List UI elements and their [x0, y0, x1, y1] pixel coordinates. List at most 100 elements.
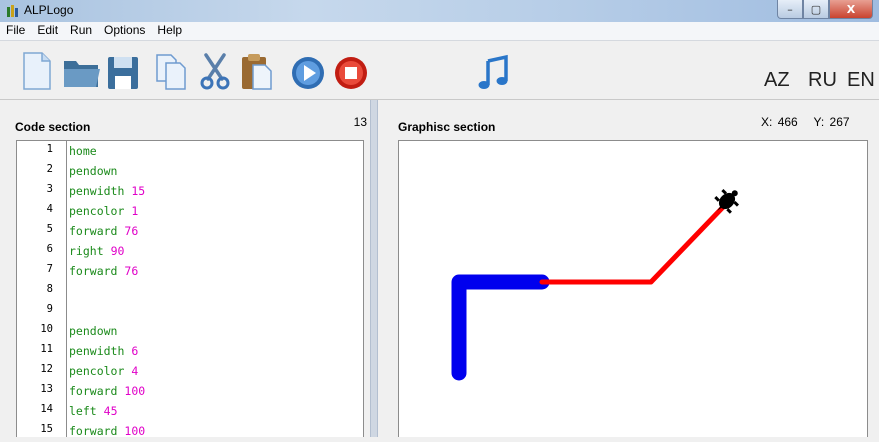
command-keyword: pendown	[69, 164, 118, 178]
code-line[interactable]: 10 pendown	[17, 321, 363, 341]
maximize-button[interactable]: ▢	[803, 0, 829, 19]
menu-options[interactable]: Options	[98, 22, 151, 40]
graphics-section-title: Graphisc section	[398, 120, 496, 134]
code-command: penwidth 6	[69, 344, 138, 358]
line-number: 12	[40, 363, 53, 375]
command-keyword: right	[69, 244, 104, 258]
code-line[interactable]: 3 penwidth 15	[17, 181, 363, 201]
code-section: Code section 13 1 home 2 pendown 3 penwidth 1…	[0, 100, 370, 437]
line-number: 1	[46, 143, 53, 155]
save-icon[interactable]	[106, 51, 140, 91]
command-keyword: forward	[69, 224, 118, 238]
command-argument: 4	[131, 364, 139, 378]
open-folder-icon[interactable]	[62, 51, 102, 91]
code-command: forward 76	[69, 224, 138, 238]
line-number: 4	[46, 203, 53, 215]
y-label: Y:	[813, 115, 825, 129]
line-number: 7	[46, 263, 53, 275]
code-command: pendown	[69, 164, 117, 178]
music-icon[interactable]	[478, 51, 510, 91]
line-number: 9	[46, 303, 53, 315]
code-line[interactable]: 4 pencolor 1	[17, 201, 363, 221]
code-editor[interactable]: 1 home 2 pendown 3 penwidth 15 4 pencolor 1 5 for…	[16, 140, 364, 437]
code-command: forward 76	[69, 264, 138, 278]
command-argument: 1	[131, 204, 139, 218]
line-number: 3	[46, 183, 53, 195]
menu-edit[interactable]: Edit	[31, 22, 64, 40]
language-ru-button[interactable]: RU	[808, 69, 837, 92]
title-bar: ALPLogo – ▢ X	[0, 0, 879, 23]
code-line[interactable]: 7 forward 76	[17, 261, 363, 281]
x-label: X:	[761, 115, 773, 129]
menu-help[interactable]: Help	[151, 22, 188, 40]
copy-icon[interactable]	[154, 51, 188, 91]
command-argument: 76	[124, 224, 139, 238]
command-argument: 76	[124, 264, 139, 278]
line-number: 5	[46, 223, 53, 235]
code-line[interactable]: 11 penwidth 6	[17, 341, 363, 361]
command-keyword: penwidth	[69, 184, 125, 198]
command-argument: 45	[103, 404, 118, 418]
line-number: 6	[46, 243, 53, 255]
code-line[interactable]: 8	[17, 281, 363, 301]
toolbar: AZ RU EN	[0, 41, 879, 100]
command-argument: 15	[131, 184, 146, 198]
command-keyword: left	[69, 404, 97, 418]
stop-icon[interactable]	[333, 51, 369, 91]
close-button[interactable]: X	[829, 0, 873, 19]
line-number: 14	[40, 403, 53, 415]
code-line[interactable]: 9	[17, 301, 363, 321]
code-line[interactable]: 14 left 45	[17, 401, 363, 421]
command-keyword: penwidth	[69, 344, 125, 358]
menu-file[interactable]: File	[0, 22, 31, 40]
run-icon[interactable]	[290, 51, 326, 91]
red-pen-path	[539, 201, 729, 285]
code-line[interactable]: 6 right 90	[17, 241, 363, 261]
command-argument: 100	[124, 384, 146, 398]
command-keyword: forward	[69, 384, 118, 398]
command-keyword: pendown	[69, 324, 118, 338]
command-keyword: forward	[69, 264, 118, 278]
blue-pen-path	[451, 274, 550, 381]
command-keyword: pencolor	[69, 364, 125, 378]
language-en-button[interactable]: EN	[847, 69, 875, 92]
command-argument: 100	[124, 424, 146, 437]
paste-icon[interactable]	[240, 51, 274, 91]
x-value: 466	[777, 115, 798, 129]
line-number: 10	[40, 323, 53, 335]
y-value: 267	[829, 115, 850, 129]
code-line-count: 13	[353, 115, 367, 129]
code-line[interactable]: 5 forward 76	[17, 221, 363, 241]
code-command: pencolor 1	[69, 204, 138, 218]
menu-run[interactable]: Run	[64, 22, 98, 40]
code-command: forward 100	[69, 384, 145, 398]
code-command: pendown	[69, 324, 117, 338]
command-argument: 90	[110, 244, 125, 258]
line-number: 8	[46, 283, 53, 295]
code-command: left 45	[69, 404, 118, 418]
code-command: forward 100	[69, 424, 145, 437]
code-line[interactable]: 12 pencolor 4	[17, 361, 363, 381]
line-number: 11	[40, 343, 53, 355]
window-title: ALPLogo	[24, 3, 74, 17]
code-line[interactable]: 1 home	[17, 141, 363, 161]
menu-bar: File Edit Run Options Help	[0, 22, 879, 41]
language-az-button[interactable]: AZ	[764, 69, 790, 92]
code-command: home	[69, 144, 97, 158]
code-line[interactable]: 15 forward 100	[17, 421, 363, 437]
code-section-title: Code section	[15, 120, 91, 134]
drawing-canvas[interactable]	[398, 140, 868, 437]
code-line[interactable]: 13 forward 100	[17, 381, 363, 401]
code-command: right 90	[69, 244, 124, 258]
turtle-drawing	[451, 188, 740, 381]
line-number: 13	[40, 383, 53, 395]
new-file-icon[interactable]	[20, 51, 54, 91]
cut-icon[interactable]	[198, 51, 232, 91]
code-command: pencolor 4	[69, 364, 138, 378]
minimize-button[interactable]: –	[777, 0, 803, 19]
cursor-coordinates: X: 466 Y: 267	[761, 115, 850, 129]
code-line[interactable]: 2 pendown	[17, 161, 363, 181]
panel-splitter[interactable]	[370, 100, 378, 437]
command-argument: 6	[131, 344, 139, 358]
line-number: 2	[46, 163, 53, 175]
